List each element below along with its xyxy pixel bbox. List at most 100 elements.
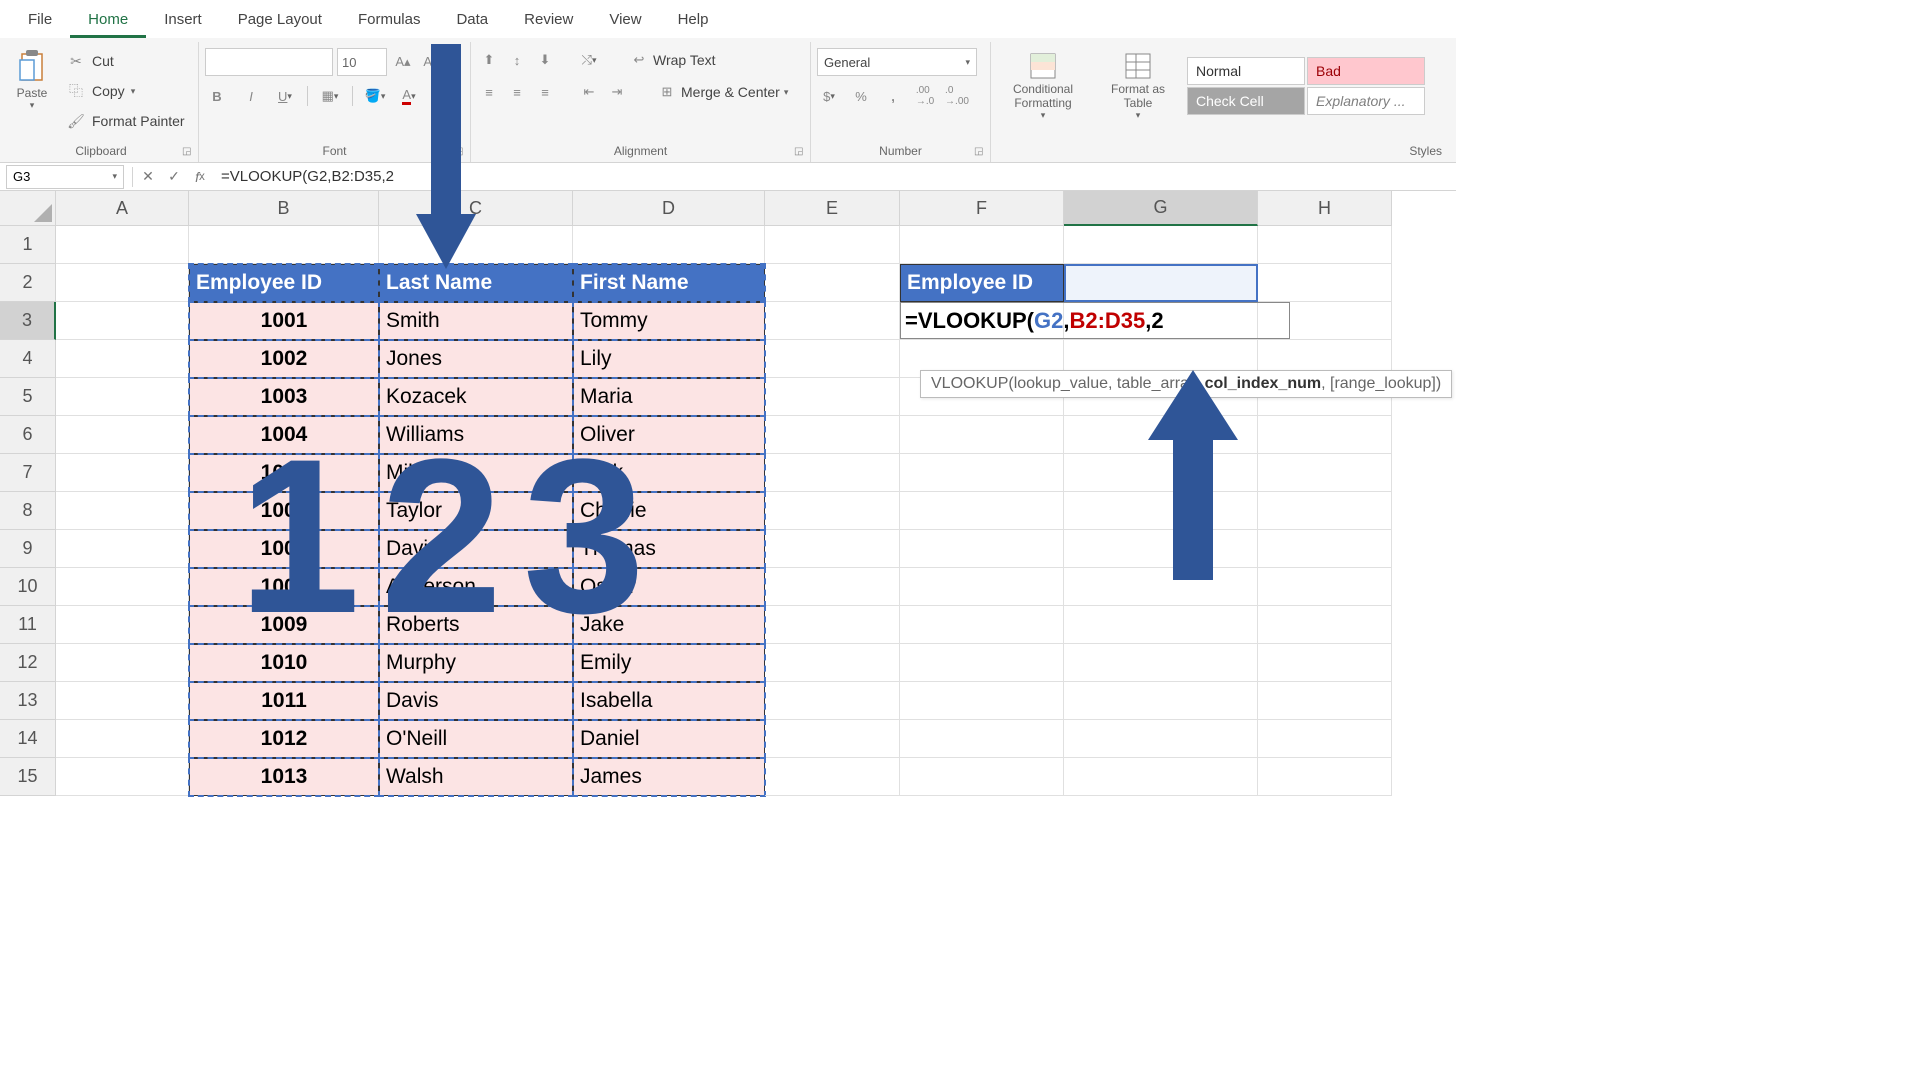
cell[interactable]: 1001 [189,302,379,340]
row-header[interactable]: 4 [0,340,56,378]
cell[interactable]: 1013 [189,758,379,796]
percent-button[interactable]: % [849,84,873,108]
cell[interactable]: =VLOOKUP(G2,B2:D35,2 [900,302,1064,340]
cell[interactable] [900,644,1064,682]
tab-help[interactable]: Help [660,4,727,38]
cell[interactable] [1064,720,1258,758]
row-header[interactable]: 13 [0,682,56,720]
cell[interactable] [765,264,900,302]
increase-decimal-icon[interactable]: .00→.0 [913,84,937,108]
cell[interactable] [900,682,1064,720]
name-box[interactable]: G3 ▾ [6,165,124,189]
cell[interactable]: Oscar [573,568,765,606]
tab-page-layout[interactable]: Page Layout [220,4,340,38]
style-normal[interactable]: Normal [1187,57,1305,85]
cell[interactable] [56,644,189,682]
style-explanatory[interactable]: Explanatory ... [1307,87,1425,115]
cell[interactable]: Lily [573,340,765,378]
cell[interactable] [765,758,900,796]
tab-insert[interactable]: Insert [146,4,220,38]
align-top-icon[interactable]: ⬆ [477,48,501,72]
cell[interactable] [765,302,900,340]
row-header[interactable]: 1 [0,226,56,264]
cell[interactable] [1064,758,1258,796]
decrease-indent-icon[interactable]: ⇤ [577,80,601,104]
cell[interactable] [765,720,900,758]
cell[interactable]: 1010 [189,644,379,682]
col-header-f[interactable]: F [900,191,1064,226]
cell[interactable]: O'Neill [379,720,573,758]
cell[interactable]: Isabella [573,682,765,720]
cell[interactable] [1258,682,1392,720]
row-header[interactable]: 10 [0,568,56,606]
cell[interactable] [765,416,900,454]
cell[interactable]: Oliver [573,416,765,454]
cell[interactable]: Davis [379,682,573,720]
cell[interactable] [189,226,379,264]
cell[interactable]: Thomas [573,530,765,568]
col-header-e[interactable]: E [765,191,900,226]
cell[interactable] [1064,226,1258,264]
cell[interactable] [1258,454,1392,492]
cell[interactable]: James [573,758,765,796]
cell[interactable] [56,378,189,416]
cell[interactable]: Kozacek [379,378,573,416]
cell[interactable] [765,606,900,644]
tab-data[interactable]: Data [438,4,506,38]
comma-button[interactable]: , [881,84,905,108]
wrap-text-button[interactable]: Wrap Text [653,52,716,68]
copy-button[interactable]: ⿻ Copy ▾ [62,78,189,104]
row-header[interactable]: 6 [0,416,56,454]
cell[interactable]: Employee ID [189,264,379,302]
cell[interactable]: Murphy [379,644,573,682]
cell[interactable]: Jake [573,606,765,644]
currency-button[interactable]: $▾ [817,84,841,108]
cell[interactable] [379,226,573,264]
cell[interactable]: 1007 [189,530,379,568]
cell[interactable] [56,568,189,606]
cell[interactable]: 1004 [189,416,379,454]
cell[interactable]: 1012 [189,720,379,758]
cell[interactable] [56,264,189,302]
font-size-select[interactable] [337,48,387,76]
cell[interactable] [900,492,1064,530]
cell[interactable] [573,226,765,264]
font-name-select[interactable] [205,48,333,76]
fx-button[interactable]: fx [187,164,213,190]
enter-formula-button[interactable]: ✓ [161,164,187,190]
cell[interactable]: Employee ID [900,264,1064,302]
style-check-cell[interactable]: Check Cell [1187,87,1305,115]
row-header[interactable]: 3 [0,302,56,340]
bold-button[interactable]: B [205,84,229,108]
row-header[interactable]: 5 [0,378,56,416]
cancel-formula-button[interactable]: ✕ [135,164,161,190]
cell[interactable] [56,758,189,796]
cell[interactable]: First Name [573,264,765,302]
paste-button[interactable]: Paste ▾ [10,44,54,142]
cell[interactable] [765,226,900,264]
row-header[interactable]: 14 [0,720,56,758]
increase-indent-icon[interactable]: ⇥ [605,80,629,104]
cell[interactable]: 1006 [189,492,379,530]
cell[interactable] [56,682,189,720]
align-center-icon[interactable]: ≡ [505,80,529,104]
merge-center-button[interactable]: Merge & Center [681,84,780,100]
row-header[interactable]: 11 [0,606,56,644]
cell[interactable]: 1009 [189,606,379,644]
clipboard-launcher[interactable]: ◲ [182,146,194,158]
tab-formulas[interactable]: Formulas [340,4,439,38]
cell[interactable] [1258,226,1392,264]
tab-review[interactable]: Review [506,4,591,38]
align-bottom-icon[interactable]: ⬇ [533,48,557,72]
cell[interactable]: Jack [573,454,765,492]
style-bad[interactable]: Bad [1307,57,1425,85]
cell[interactable]: 1011 [189,682,379,720]
col-header-a[interactable]: A [56,191,189,226]
cell[interactable] [1064,606,1258,644]
borders-button[interactable]: ▦▾ [318,84,342,108]
cell[interactable]: 1003 [189,378,379,416]
row-header[interactable]: 7 [0,454,56,492]
col-header-h[interactable]: H [1258,191,1392,226]
align-right-icon[interactable]: ≡ [533,80,557,104]
cell[interactable]: Tommy [573,302,765,340]
